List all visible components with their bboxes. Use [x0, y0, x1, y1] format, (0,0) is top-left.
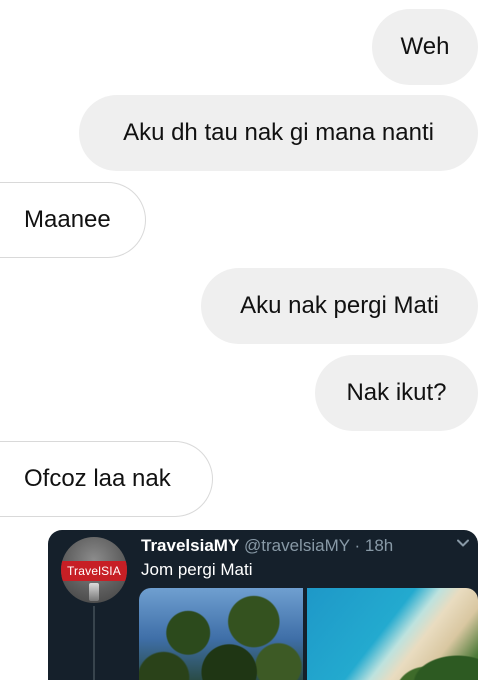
sent-message[interactable]: Weh — [372, 9, 478, 85]
tweet-header: TravelsiaMY @travelsiaMY · 18h — [141, 535, 393, 557]
tweet-handle-time: @travelsiaMY · 18h — [239, 536, 394, 555]
tweet-display-name[interactable]: TravelsiaMY — [141, 536, 239, 555]
avatar-logo-mark — [89, 583, 99, 601]
chat-thread: Weh Aku dh tau nak gi mana nanti Maanee … — [0, 0, 501, 680]
sent-message[interactable]: Aku dh tau nak gi mana nanti — [79, 95, 478, 171]
tweet-media-image[interactable] — [139, 588, 303, 680]
sent-message[interactable]: Nak ikut? — [315, 355, 478, 431]
shared-tweet-card[interactable]: TravelSIA TravelsiaMY @travelsiaMY · 18h… — [48, 530, 478, 680]
avatar[interactable]: TravelSIA — [61, 537, 127, 603]
tweet-text: Jom pergi Mati — [141, 560, 253, 579]
received-message[interactable]: Ofcoz laa nak — [0, 441, 213, 517]
sent-message[interactable]: Aku nak pergi Mati — [201, 268, 478, 344]
thread-line — [93, 606, 95, 680]
avatar-logo-text: TravelSIA — [66, 564, 122, 578]
chevron-down-icon[interactable] — [456, 536, 470, 550]
received-message[interactable]: Maanee — [0, 182, 146, 258]
tweet-media-image[interactable] — [307, 588, 478, 680]
